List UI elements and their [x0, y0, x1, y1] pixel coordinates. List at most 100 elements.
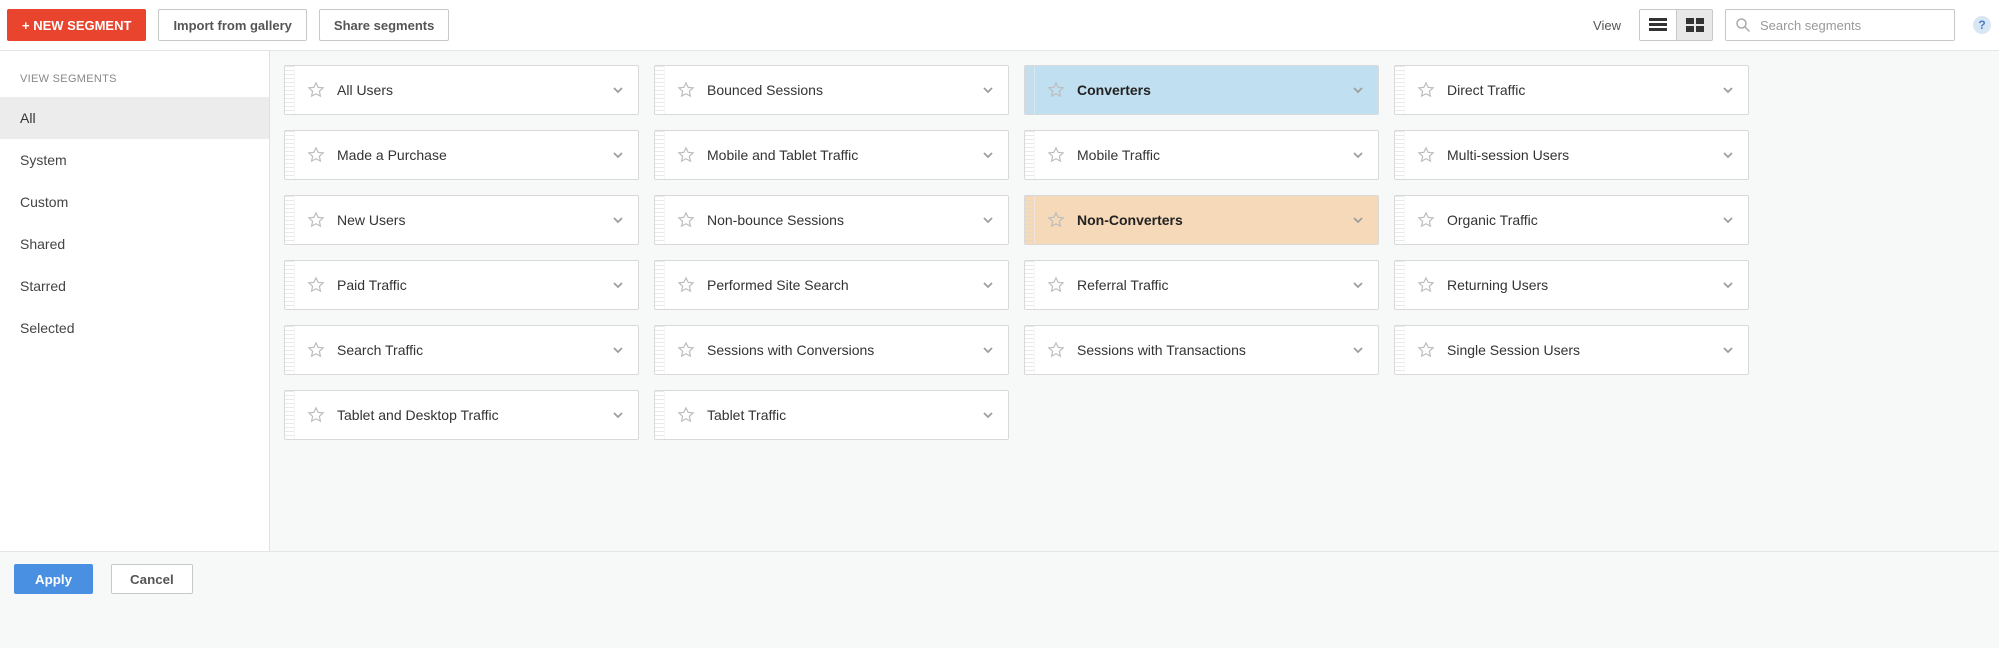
segment-card[interactable]: Made a Purchase [284, 130, 639, 180]
sidebar-item-shared[interactable]: Shared [0, 223, 269, 265]
star-icon[interactable] [673, 207, 699, 233]
star-icon[interactable] [673, 337, 699, 363]
segment-card[interactable]: Tablet Traffic [654, 390, 1009, 440]
star-icon[interactable] [673, 272, 699, 298]
star-icon[interactable] [673, 402, 699, 428]
search-box[interactable] [1725, 9, 1955, 41]
drag-handle-icon[interactable] [655, 196, 665, 244]
chevron-down-icon[interactable] [1718, 343, 1738, 357]
star-icon[interactable] [1413, 142, 1439, 168]
sidebar-item-all[interactable]: All [0, 97, 269, 139]
star-icon[interactable] [303, 337, 329, 363]
chevron-down-icon[interactable] [1348, 83, 1368, 97]
chevron-down-icon[interactable] [1718, 213, 1738, 227]
drag-handle-icon[interactable] [1395, 131, 1405, 179]
drag-handle-icon[interactable] [1395, 196, 1405, 244]
chevron-down-icon[interactable] [608, 83, 628, 97]
chevron-down-icon[interactable] [608, 148, 628, 162]
drag-handle-icon[interactable] [285, 66, 295, 114]
drag-handle-icon[interactable] [1025, 196, 1035, 244]
chevron-down-icon[interactable] [1718, 278, 1738, 292]
segment-card[interactable]: Single Session Users [1394, 325, 1749, 375]
chevron-down-icon[interactable] [608, 408, 628, 422]
star-icon[interactable] [1043, 77, 1069, 103]
drag-handle-icon[interactable] [655, 391, 665, 439]
drag-handle-icon[interactable] [1395, 261, 1405, 309]
drag-handle-icon[interactable] [655, 66, 665, 114]
segment-card[interactable]: Multi-session Users [1394, 130, 1749, 180]
chevron-down-icon[interactable] [1348, 213, 1368, 227]
star-icon[interactable] [673, 142, 699, 168]
segment-card[interactable]: Converters [1024, 65, 1379, 115]
chevron-down-icon[interactable] [978, 278, 998, 292]
star-icon[interactable] [1413, 337, 1439, 363]
drag-handle-icon[interactable] [285, 196, 295, 244]
import-gallery-button[interactable]: Import from gallery [158, 9, 306, 41]
chevron-down-icon[interactable] [978, 148, 998, 162]
drag-handle-icon[interactable] [285, 261, 295, 309]
chevron-down-icon[interactable] [1718, 83, 1738, 97]
segment-card[interactable]: Organic Traffic [1394, 195, 1749, 245]
segment-card[interactable]: Mobile and Tablet Traffic [654, 130, 1009, 180]
star-icon[interactable] [1413, 272, 1439, 298]
drag-handle-icon[interactable] [1025, 131, 1035, 179]
drag-handle-icon[interactable] [1395, 66, 1405, 114]
segment-card[interactable]: Non-bounce Sessions [654, 195, 1009, 245]
new-segment-button[interactable]: + NEW SEGMENT [7, 9, 146, 41]
sidebar-item-system[interactable]: System [0, 139, 269, 181]
drag-handle-icon[interactable] [1025, 66, 1035, 114]
segment-card[interactable]: Search Traffic [284, 325, 639, 375]
drag-handle-icon[interactable] [285, 391, 295, 439]
star-icon[interactable] [1413, 77, 1439, 103]
drag-handle-icon[interactable] [1025, 261, 1035, 309]
chevron-down-icon[interactable] [978, 343, 998, 357]
drag-handle-icon[interactable] [655, 131, 665, 179]
cancel-button[interactable]: Cancel [111, 564, 193, 594]
view-list-button[interactable] [1640, 10, 1676, 40]
star-icon[interactable] [1043, 142, 1069, 168]
search-input[interactable] [1758, 17, 1944, 34]
segment-card[interactable]: Non-Converters [1024, 195, 1379, 245]
chevron-down-icon[interactable] [1348, 148, 1368, 162]
star-icon[interactable] [1043, 207, 1069, 233]
chevron-down-icon[interactable] [608, 343, 628, 357]
segment-card[interactable]: New Users [284, 195, 639, 245]
segment-card[interactable]: Referral Traffic [1024, 260, 1379, 310]
help-icon[interactable]: ? [1973, 16, 1991, 34]
star-icon[interactable] [1043, 337, 1069, 363]
chevron-down-icon[interactable] [1348, 343, 1368, 357]
chevron-down-icon[interactable] [978, 408, 998, 422]
segment-card[interactable]: Sessions with Conversions [654, 325, 1009, 375]
chevron-down-icon[interactable] [608, 213, 628, 227]
drag-handle-icon[interactable] [285, 326, 295, 374]
star-icon[interactable] [1413, 207, 1439, 233]
star-icon[interactable] [1043, 272, 1069, 298]
view-grid-button[interactable] [1676, 10, 1712, 40]
sidebar-item-custom[interactable]: Custom [0, 181, 269, 223]
segment-card[interactable]: Performed Site Search [654, 260, 1009, 310]
chevron-down-icon[interactable] [1718, 148, 1738, 162]
star-icon[interactable] [303, 207, 329, 233]
sidebar-item-selected[interactable]: Selected [0, 307, 269, 349]
star-icon[interactable] [673, 77, 699, 103]
chevron-down-icon[interactable] [978, 83, 998, 97]
chevron-down-icon[interactable] [1348, 278, 1368, 292]
segment-card[interactable]: Paid Traffic [284, 260, 639, 310]
star-icon[interactable] [303, 142, 329, 168]
chevron-down-icon[interactable] [978, 213, 998, 227]
segment-card[interactable]: All Users [284, 65, 639, 115]
sidebar-item-starred[interactable]: Starred [0, 265, 269, 307]
segment-card[interactable]: Direct Traffic [1394, 65, 1749, 115]
segment-card[interactable]: Returning Users [1394, 260, 1749, 310]
segment-card[interactable]: Bounced Sessions [654, 65, 1009, 115]
drag-handle-icon[interactable] [1395, 326, 1405, 374]
drag-handle-icon[interactable] [285, 131, 295, 179]
drag-handle-icon[interactable] [655, 326, 665, 374]
drag-handle-icon[interactable] [655, 261, 665, 309]
share-segments-button[interactable]: Share segments [319, 9, 449, 41]
segment-card[interactable]: Sessions with Transactions [1024, 325, 1379, 375]
star-icon[interactable] [303, 402, 329, 428]
segment-card[interactable]: Mobile Traffic [1024, 130, 1379, 180]
apply-button[interactable]: Apply [14, 564, 93, 594]
star-icon[interactable] [303, 272, 329, 298]
